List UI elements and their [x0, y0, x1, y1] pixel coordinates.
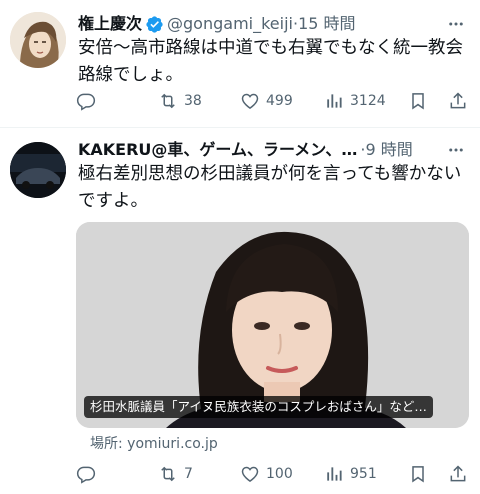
verified-icon [145, 15, 164, 34]
like-icon [241, 466, 259, 482]
more-icon[interactable] [446, 138, 466, 162]
retweet-button[interactable]: 7 [158, 462, 193, 486]
views-button[interactable]: 951 [324, 462, 377, 486]
link-card[interactable]: 杉田水脈議員「アイヌ民族衣装のコスプレおばさん」など… [76, 222, 469, 428]
avatar[interactable] [10, 142, 66, 198]
reply-button[interactable] [76, 462, 102, 486]
retweet-icon [161, 93, 175, 109]
timestamp[interactable]: 15 時間 [298, 12, 355, 36]
tweet-text-line: 極右差別思想の杉田議員が何を言っても響かない [78, 164, 462, 184]
like-button[interactable]: 499 [240, 89, 293, 113]
tweet-header: 権上慶次 @gongami_keiji · 15 時間 [78, 12, 480, 36]
retweet-button[interactable]: 38 [158, 89, 202, 113]
retweet-icon [161, 466, 175, 482]
reply-icon [76, 466, 96, 484]
view-count: 3124 [350, 93, 386, 109]
tweet-text: 極右差別思想の杉田議員が何を言っても響かない ですよ。 [78, 161, 468, 215]
like-count: 100 [266, 466, 293, 482]
tweet-header: KAKERU@車、ゲーム、ラーメン、… · 9 時間 [78, 138, 480, 162]
author-handle[interactable]: @gongami_keiji [167, 12, 293, 36]
bookmark-button[interactable] [408, 89, 428, 113]
views-button[interactable]: 3124 [324, 89, 386, 113]
like-count: 499 [266, 93, 293, 109]
views-icon [327, 94, 342, 108]
tweet-text-line: ですよ。 [78, 191, 148, 211]
share-button[interactable] [448, 89, 468, 113]
author-name[interactable]: 権上慶次 [78, 12, 142, 36]
tweet-1[interactable]: 権上慶次 @gongami_keiji · 15 時間 安倍〜高市路線は中道でも… [0, 0, 480, 126]
share-icon [450, 92, 466, 109]
tweet-text: 安倍〜高市路線は中道でも右翼でもなく統一教会 路線でしょ。 [78, 35, 468, 89]
card-caption: 杉田水脈議員「アイヌ民族衣装のコスプレおばさん」など… [84, 396, 433, 418]
bookmark-icon [412, 93, 424, 110]
author-name[interactable]: KAKERU@車、ゲーム、ラーメン、… [78, 138, 357, 162]
action-bar: 38 499 3124 [72, 89, 472, 113]
reply-button[interactable] [76, 89, 102, 113]
avatar[interactable] [10, 12, 66, 68]
views-icon [327, 467, 342, 481]
action-bar: 7 100 951 [72, 462, 472, 486]
tweet-text-line: 安倍〜高市路線は中道でも右翼でもなく統一教会 [78, 38, 463, 58]
tweet-text-line: 路線でしょ。 [78, 65, 183, 85]
retweet-count: 38 [184, 93, 202, 109]
more-icon[interactable] [446, 12, 466, 36]
retweet-count: 7 [184, 466, 193, 482]
timestamp[interactable]: 9 時間 [365, 138, 412, 162]
share-button[interactable] [448, 462, 468, 486]
bookmark-button[interactable] [408, 462, 428, 486]
reply-icon [76, 93, 96, 111]
like-icon [241, 93, 259, 109]
card-source[interactable]: 場所: yomiuri.co.jp [90, 433, 218, 453]
bookmark-icon [412, 466, 424, 483]
share-icon [450, 465, 466, 482]
like-button[interactable]: 100 [240, 462, 293, 486]
view-count: 951 [350, 466, 377, 482]
